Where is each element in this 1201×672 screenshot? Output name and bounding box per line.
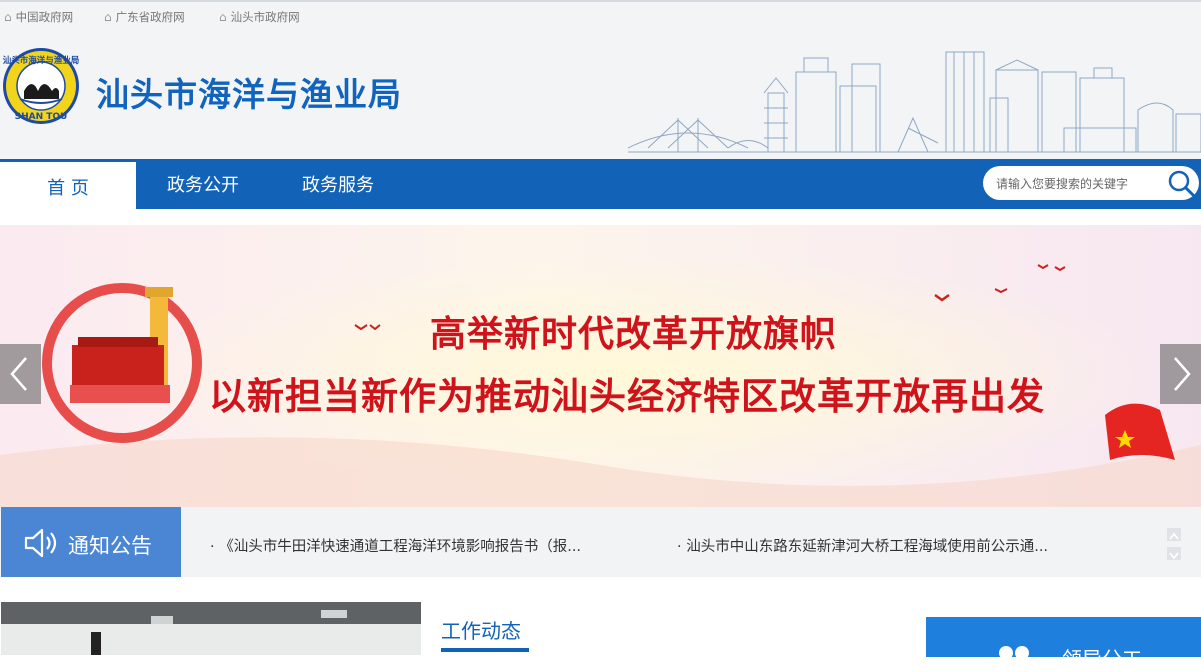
home-icon: ⌂ bbox=[104, 10, 112, 24]
chevron-down-icon bbox=[1169, 552, 1179, 560]
home-icon: ⌂ bbox=[4, 10, 12, 24]
nav-government-affairs[interactable]: 政务公开 bbox=[136, 159, 270, 209]
meeting-room-photo bbox=[1, 602, 421, 655]
news-photo[interactable] bbox=[1, 602, 421, 655]
nav-home[interactable]: 首 页 bbox=[0, 162, 136, 212]
chevron-left-icon bbox=[10, 357, 27, 391]
people-icon bbox=[999, 646, 1029, 660]
nav-government-services[interactable]: 政务服务 bbox=[270, 159, 406, 209]
site-title[interactable]: 汕头市海洋与渔业局 bbox=[96, 68, 402, 116]
top-link-label: 汕头市政府网 bbox=[230, 10, 300, 24]
bureau-logo[interactable]: 汕头市海洋与渔业局 SHAN TOU bbox=[2, 47, 80, 125]
city-skyline-illustration bbox=[628, 51, 1201, 153]
top-link-guangdong-gov[interactable]: ⌂ 广东省政府网 bbox=[104, 9, 185, 25]
home-icon: ⌂ bbox=[219, 10, 227, 24]
chevron-right-icon bbox=[1174, 357, 1191, 391]
work-updates-underline bbox=[441, 648, 529, 652]
speaker-icon bbox=[24, 528, 57, 558]
search-input[interactable] bbox=[996, 175, 1156, 193]
banner-headline-1: 高举新时代改革开放旗帜 bbox=[430, 314, 838, 355]
work-updates-title[interactable]: 工作动态 bbox=[441, 615, 521, 644]
search-icon[interactable] bbox=[1166, 168, 1196, 198]
top-link-shantou-gov[interactable]: ⌂ 汕头市政府网 bbox=[219, 9, 300, 25]
logo-text-bottom: SHAN TOU bbox=[15, 112, 68, 122]
banner-headline-2: 以新担当新作为推动汕头经济特区改革开放再出发 bbox=[209, 375, 1045, 418]
banner-next-button[interactable] bbox=[1160, 344, 1201, 404]
top-link-china-gov[interactable]: ⌂ 中国政府网 bbox=[4, 9, 73, 25]
notice-item[interactable]: · 《汕头市牛田洋快速通道工程海洋环境影响报告书（报... bbox=[210, 535, 581, 556]
notice-title: 通知公告 bbox=[68, 534, 152, 558]
top-link-label: 广东省政府网 bbox=[115, 10, 185, 24]
site-header: 汕头市海洋与渔业局 SHAN TOU 汕头市海洋与渔业局 bbox=[0, 34, 1201, 159]
banner-prev-button[interactable] bbox=[0, 344, 41, 404]
notice-scroll-up-button[interactable] bbox=[1167, 528, 1181, 541]
notice-scroll-down-button[interactable] bbox=[1167, 547, 1181, 560]
notice-item[interactable]: · 汕头市中山东路东延新津河大桥工程海域使用前公示通... bbox=[677, 535, 1048, 556]
leadership-label: 领导分工 bbox=[1062, 647, 1142, 671]
logo-text-top: 汕头市海洋与渔业局 bbox=[3, 55, 80, 66]
top-link-label: 中国政府网 bbox=[15, 10, 74, 24]
chevron-up-icon bbox=[1169, 532, 1179, 540]
